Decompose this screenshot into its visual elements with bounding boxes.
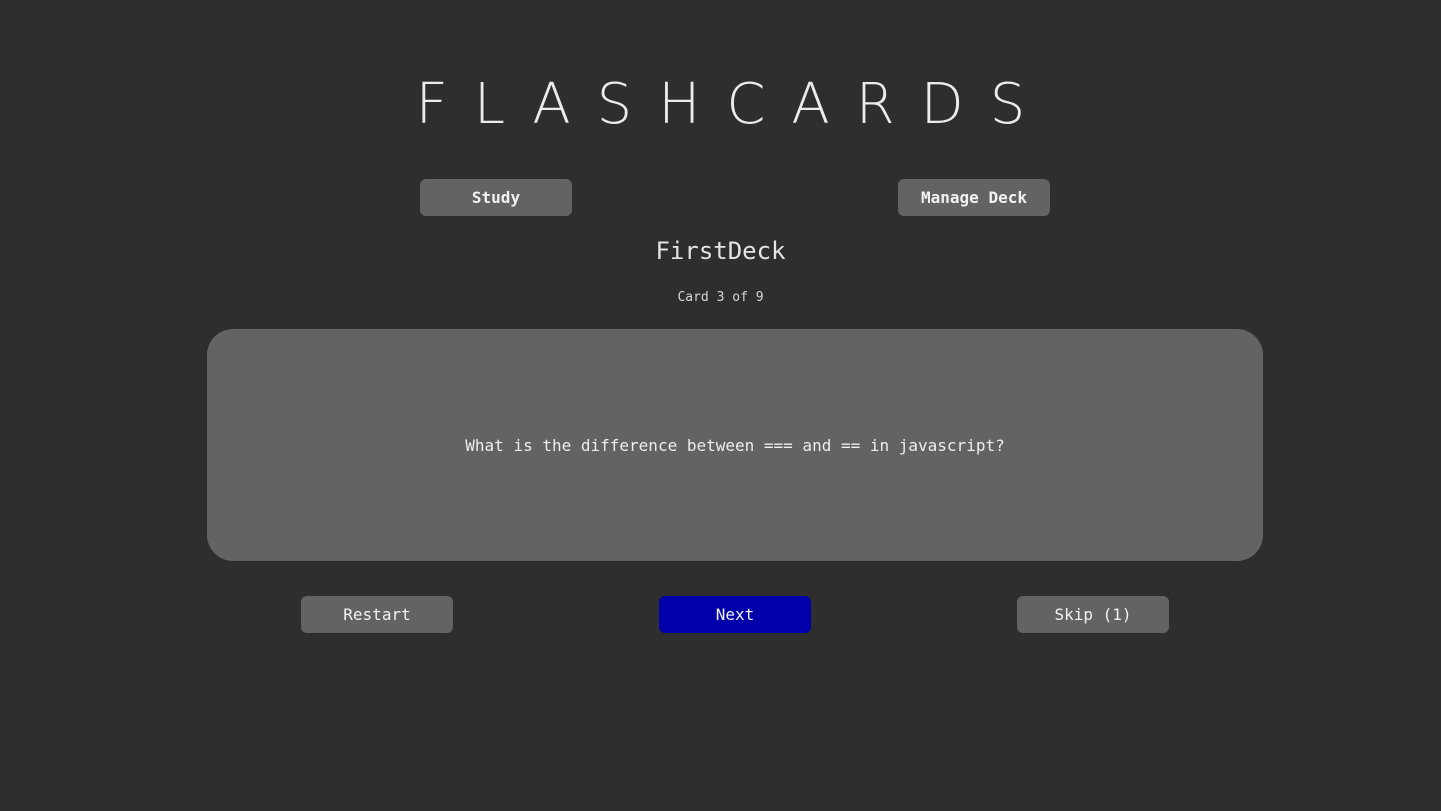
- app-title: FLASHCARDS: [415, 72, 1052, 137]
- study-button[interactable]: Study: [420, 179, 572, 216]
- skip-button[interactable]: Skip (1): [1017, 596, 1169, 633]
- flashcard[interactable]: What is the difference between === and =…: [207, 329, 1263, 561]
- next-button[interactable]: Next: [659, 596, 811, 633]
- deck-name: FirstDeck: [655, 237, 786, 265]
- manage-deck-button[interactable]: Manage Deck: [898, 179, 1050, 216]
- card-progress: Card 3 of 9: [677, 290, 764, 305]
- restart-button[interactable]: Restart: [301, 596, 453, 633]
- flashcard-question: What is the difference between === and =…: [465, 435, 1005, 455]
